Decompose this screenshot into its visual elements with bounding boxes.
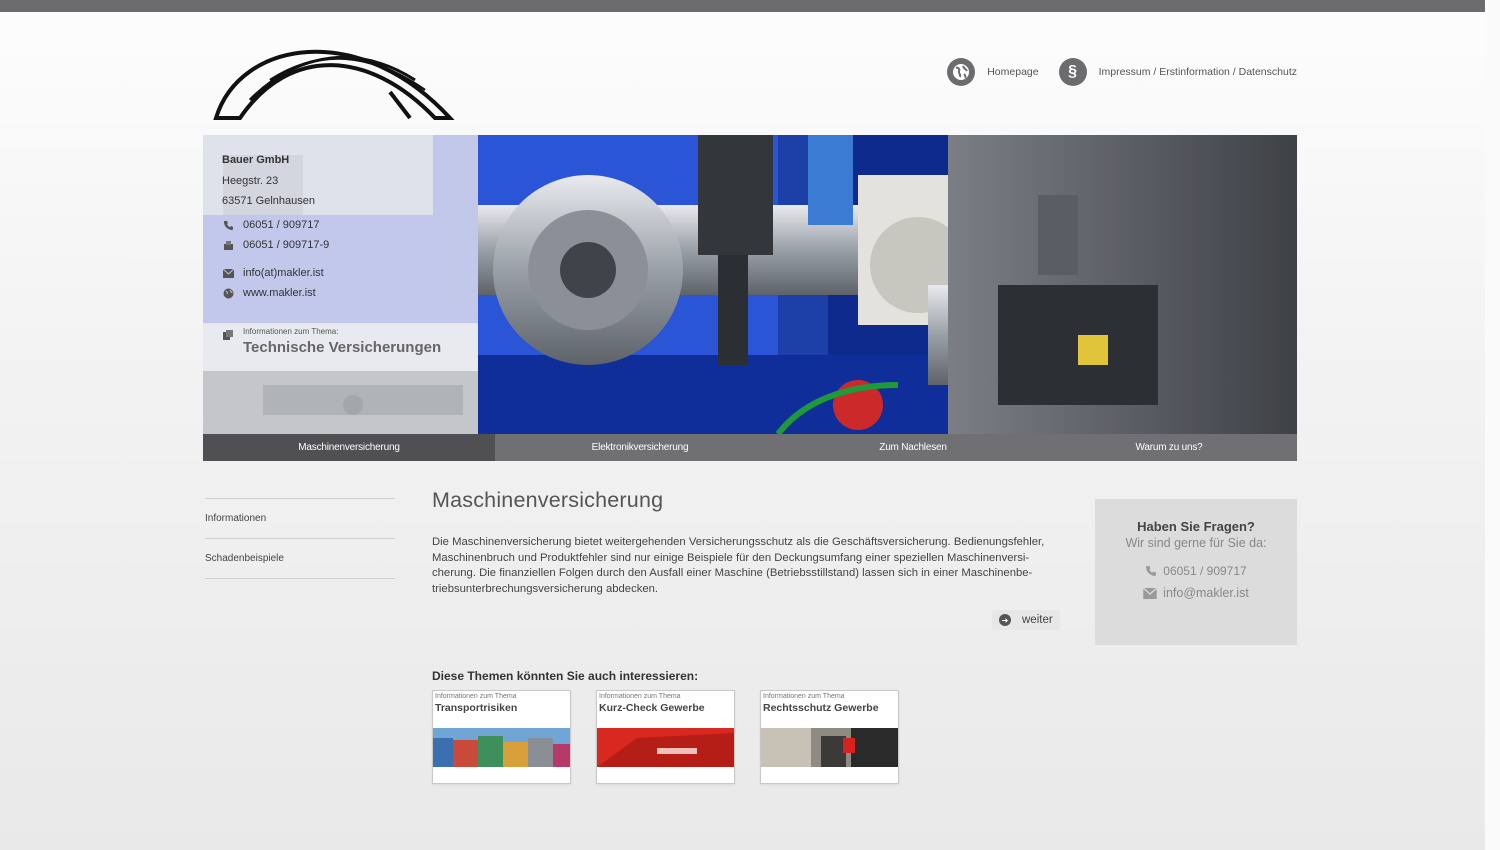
card-title: Transportrisiken: [435, 702, 518, 714]
contact-box-email[interactable]: info@makler.ist: [1095, 586, 1297, 600]
phone-row[interactable]: 06051 / 909717: [222, 219, 319, 231]
intro-line: cherung. Die finanziellen Folgen durch d…: [432, 567, 1033, 579]
address-panel: Bauer GmbH Heegstr. 23 63571 Gelnhausen …: [203, 135, 478, 434]
envelope-icon: [1143, 587, 1158, 599]
main-navigation: Maschinenversicherung Elektronikversiche…: [203, 434, 1297, 461]
website: www.makler.ist: [243, 287, 316, 299]
sidebar-item-informationen[interactable]: Informationen: [205, 499, 395, 539]
sidebar-item-schadenbeispiele[interactable]: Schadenbeispiele: [205, 539, 395, 579]
company-name: Bauer GmbH: [222, 154, 290, 166]
main-content: Maschinenversicherung Die Maschinenversi…: [432, 488, 1064, 630]
related-title: Diese Themen könnten Sie auch interessie…: [432, 669, 699, 683]
card-transportrisiken[interactable]: Informationen zum Thema Transportrisiken: [432, 690, 571, 784]
phone-icon: [1145, 565, 1157, 577]
tab-warum-zu-uns[interactable]: Warum zu uns?: [1041, 434, 1297, 461]
intro-line: Maschinenbruch und Produktfehler sind nu…: [432, 551, 1030, 564]
weiter-label: weiter: [1022, 614, 1053, 626]
topic-title: Technische Versicherungen: [243, 339, 442, 356]
intro-line: Die Maschinenversicherung bietet weiterg…: [432, 536, 1045, 548]
card-title: Kurz-Check Gewerbe: [599, 702, 705, 714]
arrow-right-icon: ➜: [999, 614, 1011, 626]
card-small-label: Informationen zum Thema: [763, 693, 845, 700]
card-kurz-check-gewerbe[interactable]: Informationen zum Thema Kurz-Check Gewer…: [596, 690, 735, 784]
topic-small-label: Informationen zum Thema:: [243, 327, 339, 336]
card-title: Rechtsschutz Gewerbe: [763, 702, 879, 714]
weiter-button[interactable]: ➜ weiter: [992, 610, 1060, 630]
top-navigation: Homepage § Impressum / Erstinformation /…: [927, 58, 1297, 86]
logo-arch-icon: [213, 49, 455, 120]
related-cards: Informationen zum Thema Transportrisiken…: [432, 690, 924, 784]
fax-row: 06051 / 909717-9: [222, 239, 329, 251]
impressum-link[interactable]: § Impressum / Erstinformation / Datensch…: [1058, 58, 1297, 86]
logo[interactable]: [210, 30, 455, 125]
topic-box: Informationen zum Thema: Technische Vers…: [203, 323, 478, 371]
contact-box-phone-text: 06051 / 909717: [1163, 564, 1247, 578]
city: 63571 Gelnhausen: [222, 195, 315, 207]
card-rechtsschutz-gewerbe[interactable]: Informationen zum Thema Rechtsschutz Gew…: [760, 690, 899, 784]
web-row[interactable]: www.makler.ist: [222, 287, 316, 299]
homepage-link[interactable]: Homepage: [947, 58, 1039, 86]
top-bar: [0, 0, 1485, 12]
intro-text: Die Maschinenversicherung bietet weiterg…: [432, 535, 1064, 597]
fax-number: 06051 / 909717-9: [243, 239, 330, 251]
card-small-label: Informationen zum Thema: [599, 693, 681, 700]
card-thumbnail: [597, 728, 734, 767]
tab-zum-nachlesen[interactable]: Zum Nachlesen: [785, 434, 1041, 461]
contact-box: Haben Sie Fragen? Wir sind gerne für Sie…: [1095, 499, 1297, 645]
tab-elektronikversicherung[interactable]: Elektronikversicherung: [495, 434, 785, 461]
hero-banner: Bauer GmbH Heegstr. 23 63571 Gelnhausen …: [203, 135, 1297, 434]
card-small-label: Informationen zum Thema: [435, 693, 517, 700]
machine-photo: [478, 135, 1297, 434]
contact-box-subtitle: Wir sind gerne für Sie da:: [1125, 536, 1267, 550]
fax-icon: [222, 239, 234, 251]
impressum-label: Impressum / Erstinformation / Datenschut…: [1098, 66, 1297, 78]
email-address: info(at)makler.ist: [243, 267, 324, 279]
address-block: Bauer GmbH Heegstr. 23 63571 Gelnhausen: [222, 150, 315, 212]
globe-icon: [947, 58, 976, 86]
card-thumbnail: [761, 728, 898, 767]
contact-box-title: Haben Sie Fragen?: [1137, 519, 1255, 534]
email-row[interactable]: info(at)makler.ist: [222, 267, 324, 279]
contact-box-email-text: info@makler.ist: [1163, 586, 1249, 600]
globe-small-icon: [222, 287, 234, 299]
envelope-icon: [222, 267, 234, 279]
tab-maschinenversicherung[interactable]: Maschinenversicherung: [203, 434, 495, 461]
intro-line: triebsunterbrechungsversicherung abdecke…: [432, 582, 659, 595]
homepage-label: Homepage: [987, 66, 1039, 78]
sidebar: Informationen Schadenbeispiele: [205, 498, 395, 579]
document-icon: [223, 327, 233, 340]
street: Heegstr. 23: [222, 174, 279, 187]
scrollbar-track[interactable]: [1485, 0, 1500, 850]
card-thumbnail: [433, 728, 570, 767]
phone-number: 06051 / 909717: [243, 219, 320, 231]
page-title: Maschinenversicherung: [432, 488, 664, 512]
phone-icon: [222, 219, 234, 231]
paragraph-icon: §: [1058, 58, 1087, 86]
contact-box-phone[interactable]: 06051 / 909717: [1095, 564, 1297, 578]
